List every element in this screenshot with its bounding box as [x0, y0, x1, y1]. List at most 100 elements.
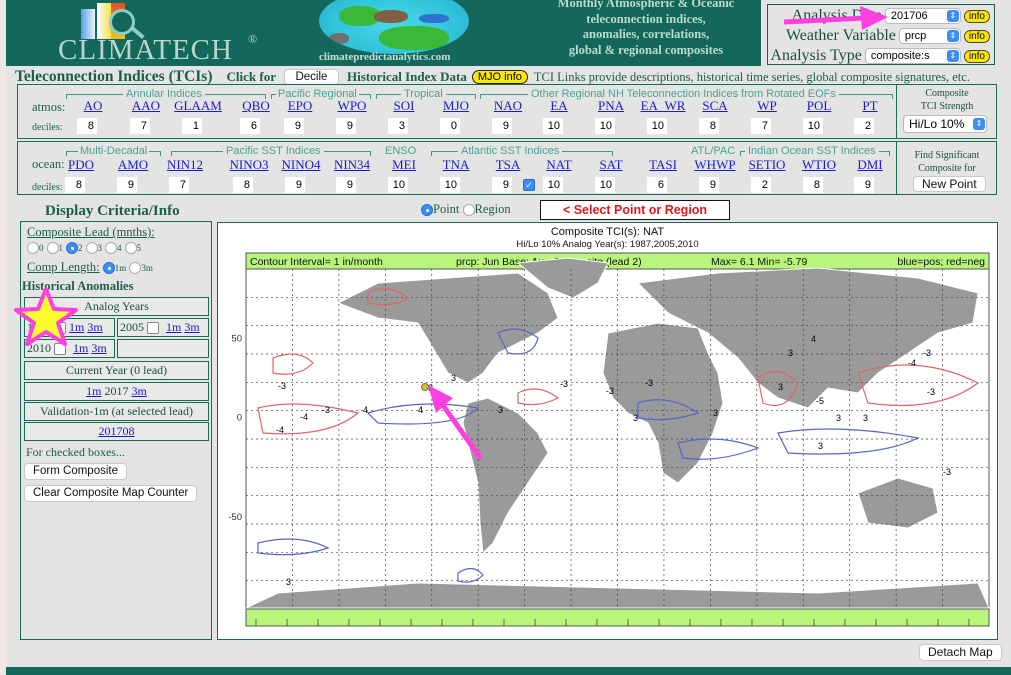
tci-link-pdo[interactable]: PDO: [51, 157, 111, 173]
tci-link-wp[interactable]: WP: [737, 98, 797, 114]
lead-radio-3[interactable]: [85, 242, 98, 254]
lat-tick-label: 50: [231, 334, 242, 345]
tci-link-tna[interactable]: TNA: [426, 157, 486, 173]
decile-value: 9: [699, 177, 719, 193]
panel-divider: [896, 142, 897, 194]
contour-label: -3: [923, 348, 931, 358]
decile-button[interactable]: Decile: [283, 69, 339, 85]
tci-link-whwp[interactable]: WHWP: [685, 157, 745, 173]
analog-3m-link[interactable]: 3m: [184, 320, 199, 334]
point-label: Point: [433, 202, 460, 216]
map-canvas[interactable]: Contour Interval= 1 in/month prcp: Jun Ba…: [218, 223, 999, 641]
contour-label: -3: [322, 405, 330, 415]
region-label: Region: [474, 202, 511, 216]
tci-link-mjo[interactable]: MJO: [426, 98, 486, 114]
lat-tick-label: 0: [237, 413, 242, 424]
analog-year-checkbox[interactable]: [147, 322, 159, 335]
decile-value: 1: [182, 118, 202, 134]
panel-divider: [896, 85, 897, 138]
lead-radio-5[interactable]: [124, 242, 137, 254]
tci-link-mei[interactable]: MEI: [374, 157, 434, 173]
weather-variable-value: prcp: [904, 30, 927, 42]
contour-label: -5: [816, 396, 824, 406]
analysis-type-label: Analysis Type: [770, 47, 862, 64]
comp-length-3m-radio[interactable]: [129, 262, 142, 275]
tci-link-nin34[interactable]: NIN34: [322, 157, 382, 173]
map-maxmin-label: Max= 6.1 Min= -5.79: [711, 256, 807, 268]
contour-label: -3: [560, 379, 568, 389]
tci-strength-select[interactable]: Hi/Lo 10% ⇕: [903, 115, 987, 133]
tci-link-soi[interactable]: SOI: [374, 98, 434, 114]
point-region-selector: Point Region: [421, 202, 511, 217]
tci-link-setio[interactable]: SETIO: [737, 157, 797, 173]
decile-value: 2: [751, 177, 771, 193]
comp-length-1m-radio[interactable]: [102, 262, 115, 275]
click-for-label: Click for: [226, 69, 276, 84]
tci-link-wpo[interactable]: WPO: [322, 98, 382, 114]
contour-label: 3: [498, 405, 503, 415]
tci-link-nin12[interactable]: NIN12: [155, 157, 215, 173]
lat-tick-label: -50: [228, 512, 242, 523]
analog-3m-link[interactable]: 3m: [87, 320, 102, 334]
group-label-multi-decadal: Multi-Decadal: [78, 145, 150, 157]
site-url[interactable]: climatepredictanalytics.com: [319, 51, 450, 63]
new-point-button[interactable]: New Point: [913, 176, 986, 192]
tci-link-nat[interactable]: NAT: [529, 157, 589, 173]
comp-length-3m-label: 3m: [141, 263, 153, 274]
decile-value: 2: [854, 118, 874, 134]
decile-value: 10: [543, 118, 563, 134]
lead-radio-0[interactable]: [27, 242, 39, 254]
tci-links-note: TCI Links provide descriptions, historic…: [533, 69, 970, 84]
weather-variable-select[interactable]: prcp ⇕: [898, 28, 961, 44]
tci-link-nino3[interactable]: NINO3: [219, 157, 279, 173]
current-3m-link[interactable]: 3m: [132, 384, 147, 398]
current-1m-link[interactable]: 1m: [86, 384, 101, 398]
tci-link-tasi[interactable]: TASI: [633, 157, 693, 173]
analog-3m-link[interactable]: 3m: [91, 341, 106, 355]
tci-link-pna[interactable]: PNA: [581, 98, 641, 114]
tci-link-pt[interactable]: PT: [840, 98, 900, 114]
tci-link-epo[interactable]: EPO: [270, 98, 330, 114]
decile-value: 0: [440, 118, 460, 134]
decile-value: 10: [388, 177, 408, 193]
validation-link[interactable]: 201708: [99, 424, 135, 438]
globe-image: [319, 0, 469, 54]
analog-1m-link[interactable]: 1m: [166, 320, 181, 334]
ocean-panel: Multi-Decadal Pacific SST Indices ENSO A…: [17, 141, 997, 195]
tci-strength-value: Hi/Lo 10%: [909, 117, 965, 131]
lead-radio-label: 0: [39, 243, 44, 253]
point-radio[interactable]: [421, 204, 433, 217]
analysis-type-select[interactable]: composite:s ⇕: [864, 48, 961, 64]
empty-cell: [117, 339, 209, 358]
find-significant-caption: Find Significant Composite for: [898, 149, 996, 175]
lead-radio-label: 2: [78, 243, 83, 253]
tci-link-sca[interactable]: SCA: [685, 98, 745, 114]
analysis-date-info-button[interactable]: info: [963, 9, 990, 23]
contour-label: 3: [836, 413, 841, 423]
tci-link-dmi[interactable]: DMI: [840, 157, 900, 173]
tci-link-sat[interactable]: SAT: [581, 157, 641, 173]
analysis-date-select[interactable]: 201706 ⇕: [884, 8, 961, 24]
caption-line: TCI Strength: [920, 101, 974, 112]
tci-link-glaam[interactable]: GLAAM: [168, 98, 228, 114]
tci-link-aao[interactable]: AAO: [116, 98, 176, 114]
decile-value: 8: [77, 118, 97, 134]
tci-link-ao[interactable]: AO: [63, 98, 123, 114]
tci-checkbox[interactable]: ✓: [523, 179, 535, 191]
clear-composite-map-counter-button[interactable]: Clear Composite Map Counter: [24, 485, 198, 502]
region-radio[interactable]: [462, 204, 475, 217]
weather-variable-info-button[interactable]: info: [963, 29, 990, 43]
left-edge-strip: [0, 0, 6, 675]
tci-link-ea_wr[interactable]: EA_WR: [633, 98, 693, 114]
lead-radio-1[interactable]: [46, 242, 59, 254]
map-bottom-bar: [245, 608, 990, 627]
form-composite-button[interactable]: Form Composite: [24, 463, 127, 480]
detach-map-button[interactable]: Detach Map: [919, 644, 1002, 661]
mjo-info-button[interactable]: MJO info: [471, 70, 528, 84]
lead-radio-2[interactable]: [66, 242, 78, 254]
tci-link-amo[interactable]: AMO: [103, 157, 163, 173]
tagline-line: anomalies, correlations,: [582, 27, 710, 41]
analysis-type-info-button[interactable]: info: [963, 49, 990, 63]
tci-link-ea[interactable]: EA: [529, 98, 589, 114]
lead-radio-4[interactable]: [105, 242, 117, 254]
